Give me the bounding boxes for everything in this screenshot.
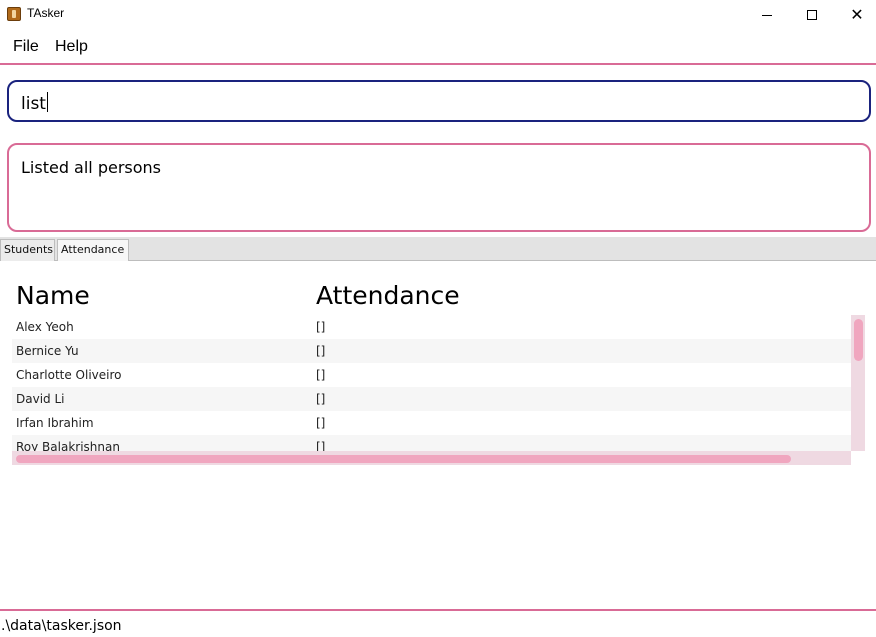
menu-file[interactable]: File — [13, 38, 39, 56]
close-icon: ✕ — [850, 5, 864, 24]
cell-attendance: [] — [316, 344, 326, 358]
cell-name: Bernice Yu — [16, 344, 79, 358]
command-text: list — [21, 92, 48, 114]
cell-name: Irfan Ibrahim — [16, 416, 94, 430]
column-header-name: Name — [16, 281, 90, 310]
table-row[interactable]: Irfan Ibrahim [] — [12, 411, 851, 435]
cell-name: Roy Balakrishnan — [16, 440, 120, 451]
tab-students[interactable]: Students — [0, 239, 55, 261]
minimize-button[interactable] — [744, 0, 790, 30]
title-bar: TAsker ✕ — [0, 0, 876, 30]
status-file-path: .\data\tasker.json — [1, 618, 122, 634]
horizontal-scrollbar[interactable] — [12, 451, 851, 465]
result-message: Listed all persons — [21, 158, 162, 177]
close-button[interactable]: ✕ — [834, 0, 876, 30]
table-body: Alex Yeoh [] Bernice Yu [] Charlotte Oli… — [12, 315, 851, 451]
app-icon — [7, 7, 21, 21]
cell-name: Alex Yeoh — [16, 320, 74, 334]
cell-attendance: [] — [316, 368, 326, 382]
command-input[interactable]: list — [7, 80, 871, 122]
cell-name: David Li — [16, 392, 65, 406]
cell-attendance: [] — [316, 392, 326, 406]
table-row[interactable]: David Li [] — [12, 387, 851, 411]
menu-bar: File Help — [0, 32, 876, 62]
maximize-button[interactable] — [789, 0, 835, 30]
table-row[interactable]: Charlotte Oliveiro [] — [12, 363, 851, 387]
table-row[interactable]: Alex Yeoh [] — [12, 315, 851, 339]
attendance-table: Name Attendance Alex Yeoh [] Bernice Yu … — [12, 275, 865, 467]
tab-strip: Students Attendance — [0, 237, 876, 261]
vertical-scroll-thumb[interactable] — [854, 319, 863, 361]
text-caret — [46, 92, 48, 112]
horizontal-scroll-thumb[interactable] — [16, 455, 791, 463]
tab-attendance[interactable]: Attendance — [57, 239, 129, 261]
result-display: Listed all persons — [7, 143, 871, 232]
cell-attendance: [] — [316, 320, 326, 334]
maximize-icon — [807, 10, 817, 20]
menu-divider — [0, 63, 876, 65]
window-title: TAsker — [27, 6, 65, 20]
menu-help[interactable]: Help — [55, 38, 88, 56]
table-row[interactable]: Bernice Yu [] — [12, 339, 851, 363]
status-divider — [0, 609, 876, 611]
cell-name: Charlotte Oliveiro — [16, 368, 122, 382]
table-row[interactable]: Roy Balakrishnan [] — [12, 435, 851, 451]
cell-attendance: [] — [316, 440, 326, 451]
vertical-scrollbar[interactable] — [851, 315, 865, 451]
minimize-icon — [762, 14, 772, 16]
cell-attendance: [] — [316, 416, 326, 430]
column-header-attendance: Attendance — [316, 281, 460, 310]
